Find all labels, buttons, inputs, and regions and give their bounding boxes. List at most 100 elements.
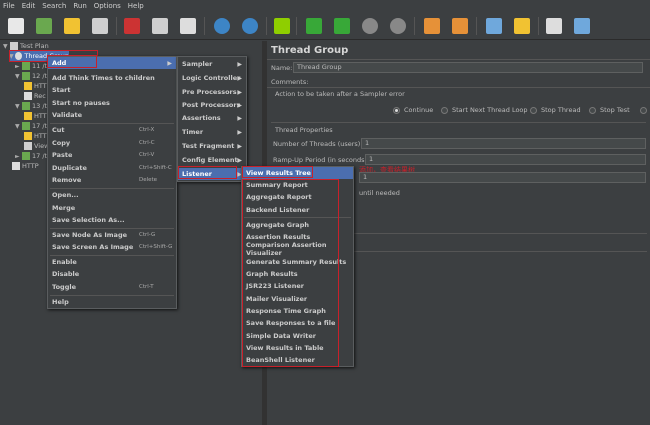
expand-arrow-icon[interactable]: ► xyxy=(15,63,21,70)
start-icon[interactable] xyxy=(306,18,322,34)
function-helper-icon[interactable] xyxy=(546,18,562,34)
submenu-arrow-icon: ▶ xyxy=(237,114,242,122)
submenu-item-config-element[interactable]: Config Element ▶ xyxy=(178,154,246,166)
sampler-icon xyxy=(24,132,32,140)
tree-node[interactable]: ► 11 /ti xyxy=(15,61,49,71)
templates-icon[interactable] xyxy=(36,18,52,34)
radio-dot xyxy=(530,106,537,114)
menu-item-save-selection-as[interactable]: Save Selection As... xyxy=(48,214,176,226)
menu-item-paste[interactable]: Paste Ctrl-V xyxy=(48,149,176,161)
radio-stop-test[interactable]: Stop Test xyxy=(589,106,630,114)
menu-item-open[interactable]: Open... xyxy=(48,189,176,201)
threads-label: Number of Threads (users): xyxy=(273,140,363,148)
toggle-icon[interactable] xyxy=(274,18,290,34)
toolbar-separator xyxy=(414,17,415,35)
menu-item-validate[interactable]: Validate xyxy=(48,109,176,121)
stop-icon[interactable] xyxy=(362,18,378,34)
radio-stop-thread[interactable]: Stop Thread xyxy=(530,106,581,114)
menu-item-save-screen-as-image[interactable]: Save Screen As Image Ctrl+Shift-G xyxy=(48,241,176,253)
search-icon[interactable] xyxy=(486,18,502,34)
menu-options[interactable]: Options xyxy=(94,2,121,10)
new-icon[interactable] xyxy=(8,18,24,34)
start-no-pauses-icon[interactable] xyxy=(334,18,350,34)
reset-search-icon[interactable] xyxy=(514,18,530,34)
menu-item-start-no-pauses[interactable]: Start no pauses xyxy=(48,97,176,109)
shutdown-icon[interactable] xyxy=(390,18,406,34)
threads-field[interactable]: 1 xyxy=(361,138,646,149)
divider xyxy=(347,251,647,252)
expand-arrow-icon[interactable]: ▼ xyxy=(3,43,9,50)
recorder-icon xyxy=(24,92,32,100)
expand-arrow-icon[interactable]: ▼ xyxy=(15,123,21,130)
tree-node[interactable]: HTT xyxy=(24,81,47,91)
menu-edit[interactable]: Edit xyxy=(22,2,36,10)
annotation-box-listener xyxy=(178,166,237,179)
save-icon[interactable] xyxy=(92,18,108,34)
cut-icon[interactable] xyxy=(124,18,140,34)
name-field[interactable]: Thread Group xyxy=(293,62,643,73)
expand-icon[interactable] xyxy=(214,18,230,34)
submenu-arrow-icon: ▶ xyxy=(167,59,172,67)
rampup-field[interactable]: 1 xyxy=(365,154,646,165)
tree-node[interactable]: ▼ 12 /ti xyxy=(15,71,49,81)
controller-icon xyxy=(22,72,30,80)
radio-start-next-loop[interactable]: Start Next Thread Loop xyxy=(441,106,528,114)
toolbar-separator xyxy=(266,17,267,35)
radio-dot xyxy=(441,106,448,114)
submenu-item-sampler[interactable]: Sampler ▶ xyxy=(178,58,246,70)
menu-file[interactable]: File xyxy=(3,2,15,10)
clear-all-icon[interactable] xyxy=(452,18,468,34)
until-needed-label: until needed xyxy=(359,189,400,197)
expand-arrow-icon[interactable]: ► xyxy=(15,153,21,160)
submenu-item-pre-processors[interactable]: Pre Processors ▶ xyxy=(178,86,246,98)
tree-node[interactable]: View xyxy=(24,141,49,151)
tree-node[interactable]: HTT xyxy=(24,111,47,121)
menu-search[interactable]: Search xyxy=(42,2,66,10)
toolbar-separator xyxy=(204,17,205,35)
menu-item-toggle[interactable]: Toggle Ctrl-T xyxy=(48,281,176,293)
radio-dot xyxy=(640,106,647,114)
submenu-arrow-icon: ▶ xyxy=(237,128,242,136)
open-icon[interactable] xyxy=(64,18,80,34)
divider xyxy=(267,59,650,60)
submenu-item-assertions[interactable]: Assertions ▶ xyxy=(178,112,246,124)
copy-icon[interactable] xyxy=(152,18,168,34)
menu-item-start[interactable]: Start xyxy=(48,84,176,96)
menu-item-copy[interactable]: Copy Ctrl-C xyxy=(48,137,176,149)
loop-count-field[interactable]: 1 xyxy=(359,172,646,183)
submenu-item-timer[interactable]: Timer ▶ xyxy=(178,126,246,138)
clear-icon[interactable] xyxy=(424,18,440,34)
menu-run[interactable]: Run xyxy=(73,2,86,10)
menu-item-save-node-as-image[interactable]: Save Node As Image Ctrl-G xyxy=(48,229,176,241)
menu-item-merge[interactable]: Merge xyxy=(48,202,176,214)
thread-properties-label: Thread Properties xyxy=(275,126,333,134)
sampler-icon xyxy=(24,112,32,120)
tree-node[interactable]: Rec xyxy=(24,91,46,101)
menu-item-cut[interactable]: Cut Ctrl-X xyxy=(48,124,176,136)
submenu-item-post-processors[interactable]: Post Processors ▶ xyxy=(178,99,246,111)
toolbar-separator xyxy=(476,17,477,35)
tree-node[interactable]: ► 17 /ti xyxy=(15,151,49,161)
toolbar-separator xyxy=(296,17,297,35)
menu-item-enable[interactable]: Enable xyxy=(48,256,176,268)
menu-help[interactable]: Help xyxy=(128,2,144,10)
menu-item-help[interactable]: Help xyxy=(48,296,176,308)
menu-item-remove[interactable]: Remove Delete xyxy=(48,174,176,186)
expand-arrow-icon[interactable]: ▼ xyxy=(15,73,21,80)
tree-node[interactable]: ▼ 13 /ti xyxy=(15,101,49,111)
expand-arrow-icon[interactable]: ▼ xyxy=(15,103,21,110)
menu-item-duplicate[interactable]: Duplicate Ctrl+Shift-C xyxy=(48,162,176,174)
help-icon[interactable] xyxy=(574,18,590,34)
paste-icon[interactable] xyxy=(180,18,196,34)
menu-item-add-think-times[interactable]: Add Think Times to children xyxy=(48,72,176,84)
collapse-icon[interactable] xyxy=(242,18,258,34)
radio-continue[interactable]: Continue xyxy=(393,106,433,114)
submenu-item-test-fragment[interactable]: Test Fragment ▶ xyxy=(178,140,246,152)
annotation-box-add xyxy=(47,55,97,68)
menu-item-disable[interactable]: Disable xyxy=(48,268,176,280)
tree-node[interactable]: HTTP xyxy=(12,161,39,171)
submenu-item-logic-controller[interactable]: Logic Controller ▶ xyxy=(178,72,246,84)
tree-node[interactable]: HTT xyxy=(24,131,47,141)
tree-node[interactable]: ▼ 17 /ti xyxy=(15,121,49,131)
radio-stop-test-now[interactable]: S xyxy=(640,106,650,114)
